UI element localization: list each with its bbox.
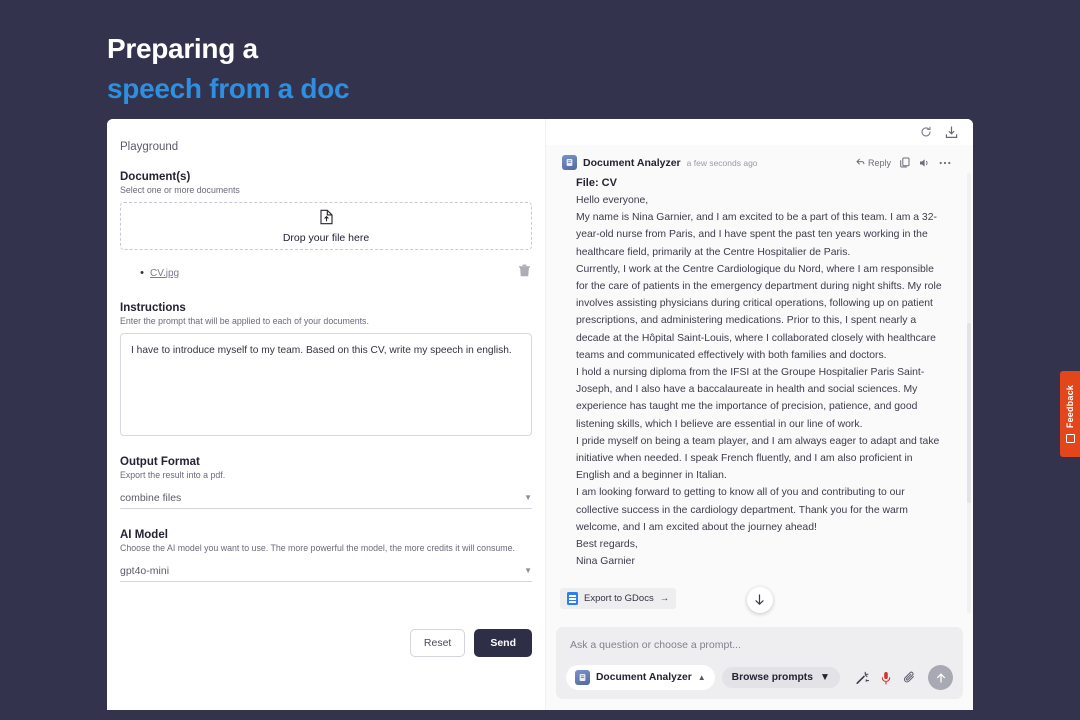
message-paragraph: Nina Garnier xyxy=(576,556,635,568)
composer-icon-group xyxy=(855,665,953,690)
ai-model-select[interactable]: gpt4o-mini ▼ xyxy=(120,560,532,582)
message-paragraph: Best regards, xyxy=(576,539,638,551)
browse-prompts-button[interactable]: Browse prompts ▼ xyxy=(721,667,841,688)
message-author: Document Analyzer xyxy=(583,156,681,169)
slide-title-line-2: speech from a doc xyxy=(107,73,350,104)
send-arrow-icon xyxy=(936,672,945,683)
documents-title: Document(s) xyxy=(120,171,191,183)
feedback-icon xyxy=(1065,433,1075,443)
ai-model-section: AI Model Choose the AI model you want to… xyxy=(120,529,532,582)
chevron-down-icon: ▼ xyxy=(524,566,532,575)
reply-label: Reply xyxy=(867,157,891,168)
uploaded-file-link[interactable]: CV.jpg xyxy=(150,268,179,279)
chevron-down-icon: ▼ xyxy=(524,493,532,502)
playground-form-panel: Playground Document(s) Select one or mor… xyxy=(107,119,545,710)
dropzone-label: Drop your file here xyxy=(282,231,370,244)
copy-icon[interactable] xyxy=(900,157,910,168)
chevron-up-icon: ▲ xyxy=(697,673,706,682)
chat-scrollbar-thumb[interactable] xyxy=(967,323,971,503)
composer-toolbar: Document Analyzer ▲ Browse prompts ▼ xyxy=(566,665,953,690)
file-dropzone[interactable]: Drop your file here xyxy=(120,202,532,250)
message-paragraph: I am looking forward to getting to know … xyxy=(576,487,908,533)
reply-arrow-icon xyxy=(856,158,865,168)
documents-hint: Select one or more documents xyxy=(120,185,240,195)
slide-title: Preparing a speech from a doc xyxy=(107,29,707,109)
message-paragraph: Currently, I work at the Centre Cardiolo… xyxy=(576,263,942,361)
model-selector-label: Document Analyzer xyxy=(596,672,692,683)
instructions-section: Instructions Enter the prompt that will … xyxy=(120,302,532,436)
chat-input[interactable]: Ask a question or choose a prompt... xyxy=(566,638,953,665)
refresh-icon[interactable] xyxy=(920,126,932,138)
chat-toolbar xyxy=(546,119,973,145)
instructions-input[interactable]: I have to introduce myself to my team. B… xyxy=(120,333,532,436)
message-header: Document Analyzer a few seconds ago Repl… xyxy=(562,155,951,170)
documents-section: Document(s) Select one or more documents… xyxy=(120,171,532,282)
message-paragraph: I pride myself on being a team player, a… xyxy=(576,435,940,482)
export-to-gdocs-label: Export to GDocs xyxy=(584,593,654,605)
list-bullet: • xyxy=(140,267,144,279)
speaker-icon[interactable] xyxy=(919,158,930,168)
composer-wrapper: Ask a question or choose a prompt... Doc… xyxy=(546,619,973,710)
reset-button[interactable]: Reset xyxy=(409,629,466,657)
paperclip-icon[interactable] xyxy=(903,671,916,684)
browse-prompts-label: Browse prompts xyxy=(731,672,813,683)
download-icon[interactable] xyxy=(945,125,958,139)
composer: Ask a question or choose a prompt... Doc… xyxy=(556,627,963,699)
message-paragraph: I hold a nursing diploma from the IFSI a… xyxy=(576,367,925,430)
message-timestamp: a few seconds ago xyxy=(686,157,758,168)
export-to-gdocs-button[interactable]: Export to GDocs → xyxy=(560,588,677,610)
microphone-icon[interactable] xyxy=(881,671,891,685)
trash-icon[interactable] xyxy=(519,264,530,282)
magic-wand-icon[interactable] xyxy=(855,671,869,685)
message-paragraph: Hello everyone, xyxy=(576,195,649,206)
model-selector-pill[interactable]: Document Analyzer ▲ xyxy=(566,665,715,690)
message-file-label: File: CV xyxy=(576,177,617,189)
message-actions: Reply xyxy=(856,157,951,168)
gdocs-icon xyxy=(567,592,578,606)
output-format-section: Output Format Export the result into a p… xyxy=(120,456,532,509)
ai-model-title: AI Model xyxy=(120,529,168,541)
reply-button[interactable]: Reply xyxy=(856,158,891,168)
chevron-down-icon: ▼ xyxy=(819,672,831,683)
message-body: File: CV Hello everyone, My name is Nina… xyxy=(576,177,951,570)
chat-message: Document Analyzer a few seconds ago Repl… xyxy=(554,149,961,579)
instructions-hint: Enter the prompt that will be applied to… xyxy=(120,316,369,326)
output-format-select[interactable]: combine files ▼ xyxy=(120,487,532,509)
chat-scroll-area[interactable]: Document Analyzer a few seconds ago Repl… xyxy=(546,145,973,619)
form-actions: Reset Send xyxy=(409,629,532,657)
document-analyzer-avatar xyxy=(562,155,577,170)
arrow-right-icon: → xyxy=(659,593,670,605)
message-paragraph: My name is Nina Garnier, and I am excite… xyxy=(576,212,937,258)
send-button[interactable]: Send xyxy=(474,629,532,657)
uploaded-file-row: • CV.jpg xyxy=(120,264,532,282)
instructions-title: Instructions xyxy=(120,302,186,314)
document-analyzer-avatar xyxy=(575,670,590,685)
app-window: Playground Document(s) Select one or mor… xyxy=(107,119,973,710)
chat-panel: Document Analyzer a few seconds ago Repl… xyxy=(545,119,973,710)
output-format-hint: Export the result into a pdf. xyxy=(120,470,226,480)
slide-title-line-1: Preparing a xyxy=(107,33,258,64)
scroll-to-bottom-button[interactable] xyxy=(746,587,773,613)
ai-model-value: gpt4o-mini xyxy=(120,564,170,577)
feedback-label: Feedback xyxy=(1065,385,1075,429)
breadcrumb: Playground xyxy=(120,141,179,153)
ai-model-hint: Choose the AI model you want to use. The… xyxy=(120,543,515,553)
output-format-title: Output Format xyxy=(120,456,200,468)
output-format-value: combine files xyxy=(120,491,182,504)
ellipsis-icon[interactable] xyxy=(939,161,951,165)
chat-scrollbar[interactable] xyxy=(967,173,971,613)
feedback-tab[interactable]: Feedback xyxy=(1060,371,1080,457)
send-message-button[interactable] xyxy=(928,665,953,690)
arrow-down-icon xyxy=(755,594,764,606)
file-upload-icon xyxy=(319,209,334,230)
